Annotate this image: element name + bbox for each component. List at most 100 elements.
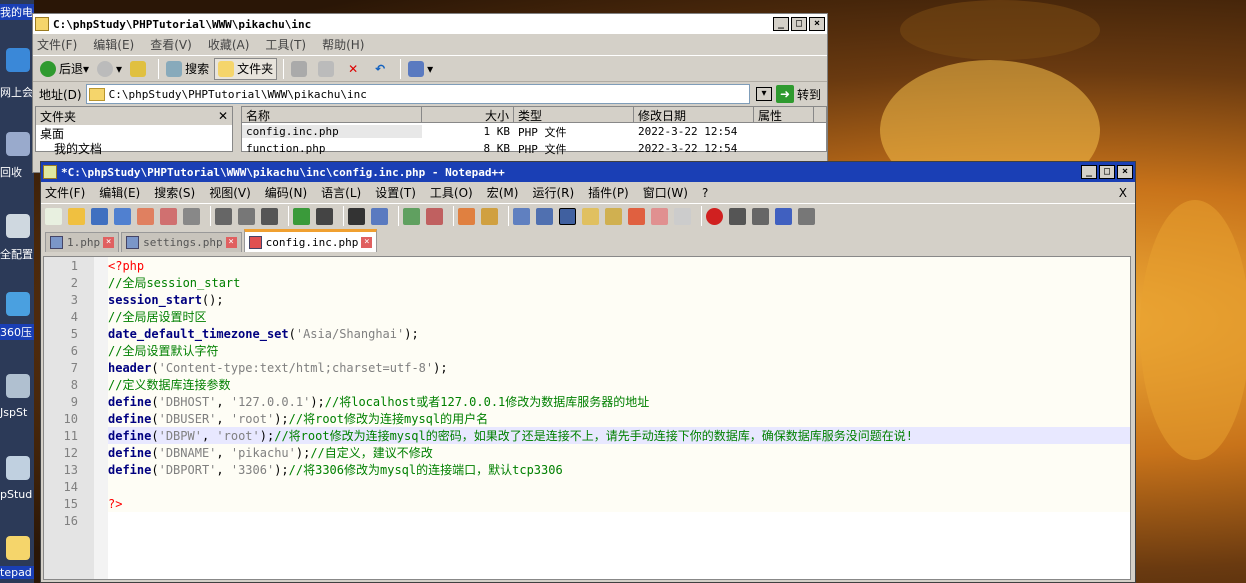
shortcut-icon[interactable] [6,214,30,238]
code-line[interactable]: 10 define('DBUSER', 'root');//将root修改为连接m… [64,410,1130,427]
zip-icon[interactable] [6,292,30,316]
close-tab-icon[interactable]: × [225,237,237,248]
code-line[interactable]: 11 define('DBPW', 'root');//将root修改为连接mys… [64,427,1130,444]
desktop-icon-label[interactable]: pStud 手册 [0,486,34,502]
column-type[interactable]: 类型 [514,107,634,123]
sync-horizontal-icon[interactable] [481,207,498,225]
close-file-icon[interactable] [137,207,154,225]
forward-button[interactable]: ▾ [94,58,125,80]
menu-run[interactable]: 运行(R) [532,184,574,201]
close-button[interactable]: × [1117,165,1133,179]
save-all-icon[interactable] [114,207,131,225]
new-file-icon[interactable] [45,207,62,225]
shortcut-icon[interactable] [6,456,30,480]
close-tab-icon[interactable]: × [103,237,115,248]
sync-vertical-icon[interactable] [458,207,475,225]
copy-to-button[interactable] [315,58,340,80]
code-line[interactable]: 4 //全局居设置时区 [71,308,1130,325]
udl-icon[interactable] [582,207,599,225]
menu-help[interactable]: 帮助(H) [322,36,364,53]
file-row[interactable]: function.php 8 KB PHP 文件 2022-3-22 12:54 [242,140,826,157]
menu-tools[interactable]: 工具(T) [265,36,306,53]
up-button[interactable] [127,58,152,80]
desktop-icon-label[interactable]: tepad [0,566,34,579]
menu-view[interactable]: 视图(V) [209,184,251,201]
run-macro-multiple-icon[interactable] [775,207,792,225]
menu-file[interactable]: 文件(F) [37,36,77,53]
code-editor[interactable]: 1 <?php 2//全局session_start 3 session_start()… [43,256,1131,580]
play-macro-icon[interactable] [752,207,769,225]
recycle-bin-icon[interactable] [6,132,30,156]
undo-button[interactable]: ↶ [369,58,394,80]
zoom-in-icon[interactable] [403,207,420,225]
address-input[interactable]: C:\phpStudy\PHPTutorial\WWW\pikachu\inc [85,84,750,104]
menu-edit[interactable]: 编辑(E) [99,184,140,201]
stop-macro-icon[interactable] [729,207,746,225]
close-document-x[interactable]: X [1119,186,1127,200]
close-tab-icon[interactable]: × [361,236,373,248]
menu-help[interactable]: ? [702,186,708,200]
code-line[interactable]: 12 define('DBNAME', 'pikachu');//自定义，建议不修… [64,444,1130,461]
close-button[interactable]: × [809,17,825,31]
delete-button[interactable]: ✕ [342,58,367,80]
menu-settings[interactable]: 设置(T) [375,184,416,201]
search-button[interactable]: 搜索 [163,58,212,80]
move-to-button[interactable] [288,58,313,80]
folder-icon[interactable] [6,536,30,560]
code-line[interactable]: 5 date_default_timezone_set('Asia/Shangha… [71,325,1130,342]
menu-edit[interactable]: 编辑(E) [93,36,134,53]
close-icon[interactable]: ✕ [218,109,228,123]
close-all-icon[interactable] [160,207,177,225]
folders-button[interactable]: 文件夹 [214,57,278,80]
tree-item-desktop[interactable]: 桌面 [36,125,232,141]
menu-macro[interactable]: 宏(M) [487,184,519,201]
cut-icon[interactable] [215,207,232,225]
desktop-icon-label[interactable]: 我的电脑 [0,4,34,20]
menu-tools[interactable]: 工具(O) [430,184,473,201]
go-button[interactable]: ➜ 转到 [775,85,821,103]
save-icon[interactable] [91,207,108,225]
maximize-button[interactable]: □ [791,17,807,31]
column-name[interactable]: 名称 [242,107,422,123]
doc-map-icon[interactable] [605,207,622,225]
code-line[interactable]: 3 session_start (); [71,291,1130,308]
tab-config-inc-php[interactable]: config.inc.php × [243,229,378,252]
tab-settings-php[interactable]: settings.php × [121,232,242,252]
folder-workspace-icon[interactable] [651,207,668,225]
desktop-icon-label[interactable]: 网上会 [0,84,34,100]
code-line[interactable]: 15 ?> [64,495,1130,512]
word-wrap-icon[interactable] [513,207,530,225]
desktop-icon-label[interactable]: 全配置 [0,246,34,262]
column-date[interactable]: 修改日期 [634,107,754,123]
explorer-titlebar[interactable]: C:\phpStudy\PHPTutorial\WWW\pikachu\inc … [33,14,827,34]
tab-1-php[interactable]: 1.php × [45,232,120,252]
menu-file[interactable]: 文件(F) [45,184,85,201]
replace-icon[interactable] [371,207,388,225]
code-line[interactable]: 2 //全局session_start [71,274,1130,291]
code-line[interactable]: 6 //全局设置默认字符 [71,342,1130,359]
menu-favorites[interactable]: 收藏(A) [208,36,250,53]
code-line[interactable]: 13 define('DBPORT', '3306');//将3306修改为mys… [64,461,1130,478]
desktop-icon-label[interactable]: JspSt [0,406,34,419]
code-line[interactable]: 7 header('Content-type:text/html;charset=… [71,359,1130,376]
code-line[interactable]: 1 <?php [71,257,1130,274]
menu-encoding[interactable]: 编码(N) [265,184,307,201]
indent-guide-icon[interactable] [559,207,576,225]
code-line[interactable]: 16 [64,512,1130,529]
column-attributes[interactable]: 属性 [754,107,814,123]
menu-view[interactable]: 查看(V) [150,36,192,53]
print-icon[interactable] [183,207,200,225]
undo-icon[interactable] [293,207,310,225]
shortcut-icon[interactable] [6,374,30,398]
fold-margin[interactable] [94,257,108,579]
redo-icon[interactable] [316,207,333,225]
save-macro-icon[interactable] [798,207,815,225]
menu-plugins[interactable]: 插件(P) [588,184,629,201]
menu-language[interactable]: 语言(L) [321,184,361,201]
minimize-button[interactable]: _ [1081,165,1097,179]
desktop-icon-label[interactable]: 回收 [0,164,34,180]
menu-window[interactable]: 窗口(W) [643,184,688,201]
function-list-icon[interactable] [628,207,645,225]
paste-icon[interactable] [261,207,278,225]
minimize-button[interactable]: _ [773,17,789,31]
